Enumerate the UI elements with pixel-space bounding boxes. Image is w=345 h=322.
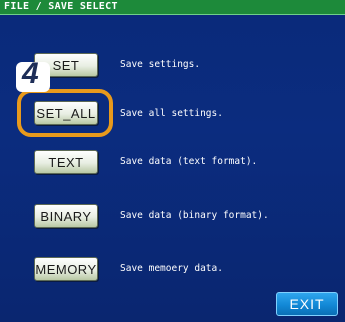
memory-description: Save memoery data. bbox=[120, 263, 223, 274]
set-all-description: Save all settings. bbox=[120, 108, 223, 119]
memory-button[interactable]: MEMORY bbox=[34, 257, 98, 281]
set-description: Save settings. bbox=[120, 59, 201, 70]
text-description: Save data (text format). bbox=[120, 156, 258, 167]
exit-button[interactable]: EXIT bbox=[276, 292, 338, 316]
title-bar: FILE / SAVE SELECT bbox=[0, 0, 345, 15]
file-save-select-screen: FILE / SAVE SELECT SET Save settings. SE… bbox=[0, 0, 345, 322]
screen-title: FILE / SAVE SELECT bbox=[4, 1, 118, 12]
step-number: 4 bbox=[22, 57, 39, 90]
highlight-ring bbox=[17, 89, 113, 137]
text-button[interactable]: TEXT bbox=[34, 150, 98, 174]
binary-button[interactable]: BINARY bbox=[34, 204, 98, 228]
binary-description: Save data (binary format). bbox=[120, 210, 269, 221]
